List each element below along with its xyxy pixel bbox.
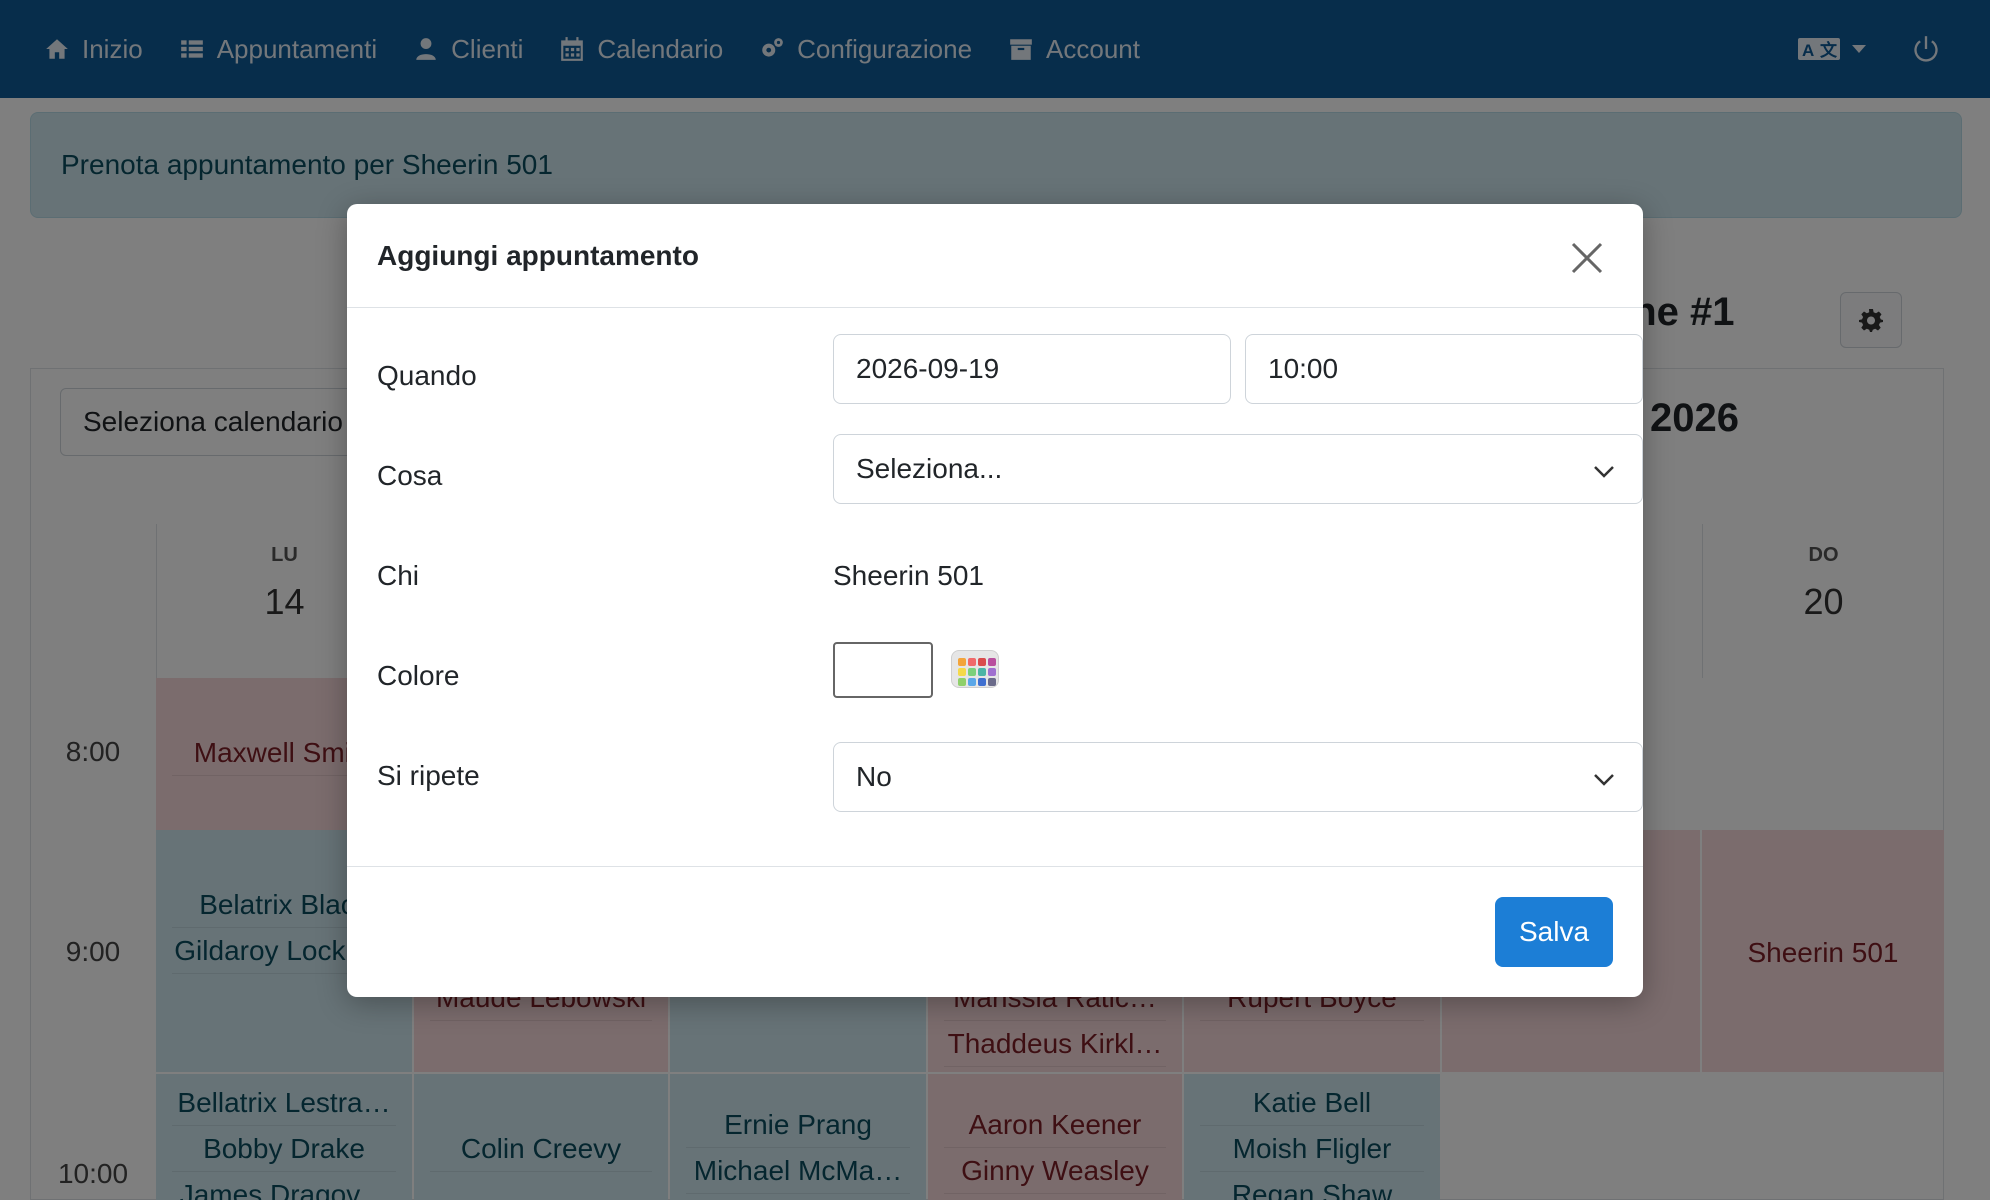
modal-footer: Salva bbox=[347, 866, 1643, 997]
chevron-down-icon bbox=[1594, 774, 1614, 786]
modal-header: Aggiungi appuntamento bbox=[347, 204, 1643, 308]
time-value: 10:00 bbox=[1268, 353, 1339, 384]
date-input[interactable]: 2026-09-19 bbox=[833, 334, 1231, 404]
save-button[interactable]: Salva bbox=[1495, 897, 1613, 967]
time-input[interactable]: 10:00 bbox=[1245, 334, 1643, 404]
color-palette-icon[interactable] bbox=[951, 650, 999, 688]
color-label: Colore bbox=[377, 660, 460, 691]
what-label: Cosa bbox=[377, 460, 443, 491]
chevron-down-icon bbox=[1594, 466, 1614, 478]
client-name: Sheerin 501 bbox=[833, 560, 985, 591]
repeat-select-value: No bbox=[856, 761, 892, 792]
service-select[interactable]: Seleziona... bbox=[833, 434, 1643, 504]
date-value: 2026-09-19 bbox=[856, 353, 1000, 384]
service-select-value: Seleziona... bbox=[856, 453, 1003, 484]
when-label: Quando bbox=[377, 360, 477, 391]
who-label: Chi bbox=[377, 560, 420, 591]
modal-title: Aggiungi appuntamento bbox=[377, 239, 699, 271]
color-input[interactable] bbox=[833, 642, 933, 698]
repeat-select[interactable]: No bbox=[833, 742, 1643, 812]
close-icon[interactable] bbox=[1567, 238, 1607, 278]
add-appointment-modal: Aggiungi appuntamento Quando 2026-09-19 … bbox=[347, 204, 1643, 997]
repeat-label: Si ripete bbox=[377, 760, 480, 791]
